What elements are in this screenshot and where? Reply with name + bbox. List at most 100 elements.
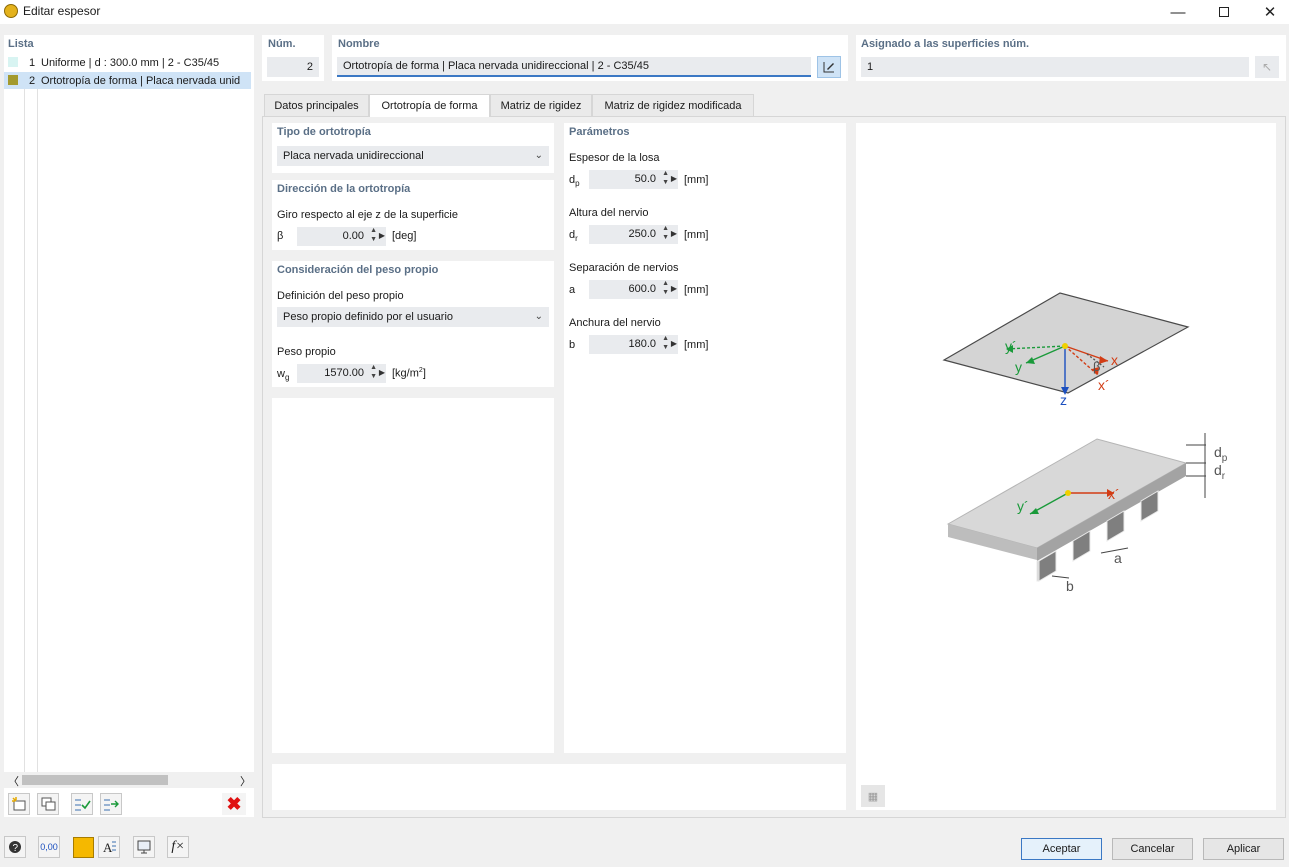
param-symbol: b bbox=[569, 339, 576, 351]
check-swap-icon[interactable] bbox=[100, 793, 122, 815]
text-style-icon[interactable]: A bbox=[98, 836, 120, 858]
list-item-num: 2 bbox=[29, 75, 36, 87]
y-label: y bbox=[1015, 359, 1022, 375]
rib-spacing-input[interactable]: 600.0 ▲ ▼ ▶ bbox=[589, 280, 678, 299]
help-icon[interactable]: ? bbox=[4, 836, 26, 858]
spin-updown-icon[interactable]: ▲ ▼ bbox=[662, 169, 669, 187]
new-item-icon[interactable] bbox=[8, 793, 30, 815]
param-label: Espesor de la losa bbox=[569, 152, 660, 164]
beta-input[interactable]: 0.00 ▲ ▼ ▶ bbox=[297, 227, 386, 246]
edit-name-icon[interactable] bbox=[817, 56, 841, 78]
spin-right-icon[interactable]: ▶ bbox=[671, 229, 677, 238]
display-icon[interactable] bbox=[133, 836, 155, 858]
apply-button[interactable]: Aplicar bbox=[1203, 838, 1284, 860]
parameters-section: Parámetros Espesor de la losa dp 50.0 ▲ ▼… bbox=[564, 123, 846, 753]
scroll-right-icon[interactable]: 〉 bbox=[240, 773, 251, 789]
ortho-type-header: Tipo de ortotropía bbox=[277, 126, 371, 138]
rotation-label: Giro respecto al eje z de la superficie bbox=[277, 209, 458, 221]
self-weight-input[interactable]: 1570.00 ▲ ▼ ▶ bbox=[297, 364, 386, 383]
rib-height-input[interactable]: 250.0 ▲ ▼ ▶ bbox=[589, 225, 678, 244]
color-swatch bbox=[8, 57, 18, 67]
beta-label: β bbox=[1093, 359, 1100, 374]
self-weight-unit: [kg/m2] bbox=[392, 367, 426, 380]
units-icon[interactable]: 0,00 bbox=[38, 836, 60, 858]
spin-updown-icon[interactable]: ▲ ▼ bbox=[370, 226, 377, 244]
spin-right-icon[interactable]: ▶ bbox=[671, 284, 677, 293]
slab-thickness-input[interactable]: 50.0 ▲ ▼ ▶ bbox=[589, 170, 678, 189]
b-label: b bbox=[1066, 578, 1074, 594]
spin-updown-icon[interactable]: ▲ ▼ bbox=[662, 279, 669, 297]
beta-unit: [deg] bbox=[392, 230, 417, 242]
diagram-panel: y´ y x x´ β z y´ x´ dp dr a b ▦ bbox=[856, 123, 1276, 810]
ortho-direction-header: Dirección de la ortotropía bbox=[277, 183, 411, 195]
maximize-button[interactable] bbox=[1201, 0, 1247, 24]
ribbed-slab-diagram: y´ y x x´ β z y´ x´ dp dr a b bbox=[942, 292, 1228, 594]
beta-value: 0.00 bbox=[342, 230, 364, 242]
tab-matriz-de-rigidez[interactable]: Matriz de rigidez bbox=[490, 94, 592, 116]
color-icon[interactable] bbox=[73, 837, 94, 858]
chevron-down-icon: ⌄ bbox=[534, 311, 543, 322]
param-value: 600.0 bbox=[628, 283, 656, 295]
list-header: Lista bbox=[8, 38, 34, 50]
self-weight-def-label: Definición del peso propio bbox=[277, 290, 404, 302]
cancel-button[interactable]: Cancelar bbox=[1112, 838, 1193, 860]
beta-symbol: β bbox=[277, 230, 284, 242]
list-item-selected[interactable]: 2 Ortotropía de forma | Placa nervada un… bbox=[4, 72, 251, 89]
spin-updown-icon[interactable]: ▲ ▼ bbox=[662, 334, 669, 352]
param-label: Separación de nervios bbox=[569, 262, 679, 274]
rib-width-input[interactable]: 180.0 ▲ ▼ ▶ bbox=[589, 335, 678, 354]
param-unit: [mm] bbox=[684, 174, 709, 186]
assigned-panel: Asignado a las superficies núm. 1 ↖ bbox=[856, 35, 1286, 81]
scroll-left-icon[interactable]: 〈 bbox=[8, 773, 19, 789]
spin-updown-icon[interactable]: ▲ ▼ bbox=[370, 363, 377, 381]
delete-icon[interactable]: ✖ bbox=[222, 793, 246, 815]
list-item-text: Ortotropía de forma | Placa nervada unid bbox=[41, 75, 241, 87]
minimize-button[interactable]: — bbox=[1155, 0, 1201, 24]
spin-right-icon[interactable]: ▶ bbox=[379, 368, 385, 377]
wg-symbol: wg bbox=[277, 368, 290, 383]
tab-ortotropia-de-forma[interactable]: Ortotropía de forma bbox=[369, 94, 490, 117]
check-all-icon[interactable] bbox=[71, 793, 93, 815]
list-item[interactable]: 1 Uniforme | d : 300.0 mm | 2 - C35/45 bbox=[4, 54, 254, 71]
list-item-text: Uniforme | d : 300.0 mm | 2 - C35/45 bbox=[41, 57, 220, 69]
self-weight-section: Consideración del peso propio Definición… bbox=[272, 261, 554, 387]
spin-right-icon[interactable]: ▶ bbox=[671, 339, 677, 348]
close-button[interactable]: ✕ bbox=[1247, 0, 1289, 24]
accept-button[interactable]: Aceptar bbox=[1021, 838, 1102, 860]
list-panel: Lista 1 Uniforme | d : 300.0 mm | 2 - C3… bbox=[4, 35, 254, 817]
param-unit: [mm] bbox=[684, 339, 709, 351]
comment-panel[interactable] bbox=[272, 764, 846, 810]
assigned-field[interactable]: 1 bbox=[861, 57, 1249, 77]
tab-datos-principales[interactable]: Datos principales bbox=[264, 94, 369, 116]
num-label: Núm. bbox=[268, 38, 296, 50]
parameters-header: Parámetros bbox=[569, 126, 630, 138]
param-unit: [mm] bbox=[684, 229, 709, 241]
param-value: 250.0 bbox=[628, 228, 656, 240]
y-prime-label: y´ bbox=[1005, 338, 1017, 354]
spin-right-icon[interactable]: ▶ bbox=[671, 174, 677, 183]
x-prime-label: x´ bbox=[1098, 377, 1110, 393]
name-label: Nombre bbox=[338, 38, 380, 50]
param-symbol: a bbox=[569, 284, 576, 296]
horizontal-scrollbar[interactable]: 〈 〉 bbox=[4, 772, 254, 788]
scroll-thumb[interactable] bbox=[22, 775, 168, 785]
param-value: 180.0 bbox=[628, 338, 656, 350]
color-swatch bbox=[8, 75, 18, 85]
tab-matriz-de-rigidez-modificada[interactable]: Matriz de rigidez modificada bbox=[592, 94, 754, 116]
ortho-type-select[interactable]: Placa nervada unidireccional ⌄ bbox=[277, 146, 549, 166]
formula-icon[interactable]: f× bbox=[167, 836, 189, 858]
param-unit: [mm] bbox=[684, 284, 709, 296]
self-weight-header: Consideración del peso propio bbox=[277, 264, 439, 276]
copy-item-icon[interactable] bbox=[37, 793, 59, 815]
pick-surface-icon[interactable]: ↖ bbox=[1255, 56, 1279, 78]
spin-right-icon[interactable]: ▶ bbox=[379, 231, 385, 240]
self-weight-label: Peso propio bbox=[277, 346, 336, 358]
name-field[interactable]: Ortotropía de forma | Placa nervada unid… bbox=[337, 57, 811, 77]
self-weight-def-value: Peso propio definido por el usuario bbox=[283, 311, 454, 323]
x-prime-label: x´ bbox=[1108, 486, 1120, 502]
self-weight-def-select[interactable]: Peso propio definido por el usuario ⌄ bbox=[277, 307, 549, 327]
spin-updown-icon[interactable]: ▲ ▼ bbox=[662, 224, 669, 242]
diagram-options-icon[interactable]: ▦ bbox=[861, 785, 885, 807]
param-symbol: dr bbox=[569, 229, 578, 244]
num-field[interactable]: 2 bbox=[267, 57, 319, 77]
